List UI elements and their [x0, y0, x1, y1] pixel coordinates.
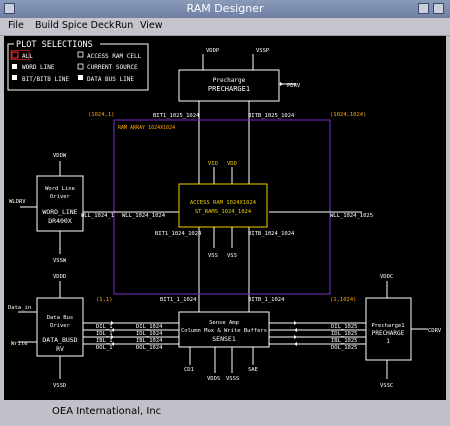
wldrv-label: WLDRV: [9, 199, 26, 205]
wll-left-inner-label: WLL_1024_1024: [122, 213, 166, 219]
plot-selections-title: PLOT SELECTIONS: [16, 40, 93, 50]
option-bit-bitb-line-label: BIT/BITB LINE: [22, 76, 69, 83]
vssd-label: VSSD: [53, 383, 66, 389]
vss2-label: VSS: [227, 253, 237, 259]
bitb-bottom-label: BITB_1_1024: [248, 297, 285, 303]
data-driver-line3: DATA_BUSD: [42, 336, 77, 344]
data-driver-line2: Driver: [50, 323, 71, 329]
app-window: RAM Designer File Build Spice Deck Run V…: [0, 0, 450, 426]
status-bar: OEA International, Inc: [0, 400, 450, 426]
bus-left-dil: DIL_1: [96, 324, 113, 330]
schematic-drawing: PLOT SELECTIONS ALL ACCESS RAM CELL WORD…: [7, 39, 442, 389]
corner-top-right: (1024,1024): [330, 112, 366, 118]
data-driver-line1: Data Bus: [47, 315, 74, 321]
precharge-top-block[interactable]: VDDP VSSP Precharge PRECHARGE1 PDRV: [178, 48, 301, 102]
checkbox-bit-bitb-line[interactable]: [12, 75, 17, 80]
vssw-label: VSSW: [53, 258, 67, 264]
schematic-canvas[interactable]: PLOT SELECTIONS ALL ACCESS RAM CELL WORD…: [4, 36, 446, 400]
word-line-driver-block[interactable]: VDDW Word Line Driver WORD_LINE DR400X V…: [9, 153, 84, 264]
precharge-right-line3: 1: [386, 338, 390, 345]
bus-mid-idl: IDL_1024: [136, 331, 163, 337]
wll-left-outer-label: WLL_1024_1: [81, 213, 114, 219]
checkbox-current-source[interactable]: [77, 63, 84, 70]
bus-mid-ibl: IBL_1024: [136, 338, 163, 344]
vddw-label: VDDW: [53, 153, 67, 159]
word-driver-line4: DR400X: [48, 217, 72, 225]
bus-right-idl: IDL_1025: [331, 331, 358, 337]
corner-bottom-right: (1,1024): [330, 297, 357, 303]
precharge-top-line2: PRECHARGE1: [208, 85, 250, 93]
bus-left-dol: DOL_1: [96, 345, 113, 351]
option-data-bus-line-label: DATA BUS LINE: [87, 76, 134, 83]
bit-top-label: BIT1_1025_1024: [153, 113, 200, 119]
title-bar: RAM Designer: [0, 0, 450, 19]
minimize-icon[interactable]: [418, 3, 429, 14]
vid-label: VID: [208, 161, 218, 167]
vsss-label: VSSS: [226, 376, 239, 382]
bit-bottom-label: BIT1_1_1024: [160, 297, 197, 303]
cd1-label: CD1: [184, 367, 194, 373]
window-title: RAM Designer: [186, 2, 264, 15]
data-in-label: Data_in: [8, 305, 31, 311]
checkbox-data-bus-line[interactable]: [78, 75, 83, 80]
access-line1: ACCESS RAM 1024X1024: [190, 200, 257, 206]
bit-mid-label: BIT1_1024_1024: [155, 231, 202, 237]
corner-top-left: (1024,1): [88, 112, 115, 118]
vddc-label: VDDC: [380, 274, 393, 280]
status-text: OEA International, Inc: [52, 406, 162, 417]
bus-mid-dol: DOL_1024: [136, 345, 163, 351]
cdrv-label: CDRV: [428, 328, 442, 334]
bus-right-dol: DOL_1025: [331, 345, 358, 351]
bus-left-ibl: IBL_1: [96, 338, 113, 344]
bus-mid-dil: DIL_1024: [136, 324, 163, 330]
precharge-right-line2: PRECHARGE: [372, 330, 405, 337]
word-driver-line1: Word Line: [45, 186, 75, 192]
corner-bottom-left: (1,1): [96, 297, 113, 303]
access-ram-block[interactable]: VID VDD ACCESS RAM 1024X1024 ST_RAMS_102…: [178, 161, 268, 259]
data-driver-line4: RV: [56, 345, 64, 353]
vdds-label: VDDS: [207, 376, 220, 382]
checkbox-access-ram-cell[interactable]: [77, 51, 84, 58]
sense-line1: Sense Amp: [209, 320, 239, 326]
word-driver-line2: Driver: [50, 194, 71, 200]
wll-right-label: WLL_1024_1025: [330, 213, 373, 219]
bus-left-idl: IDL_1: [96, 331, 113, 337]
menu-bar: File Build Spice Deck Run View: [0, 18, 450, 36]
sense-line2: Column Mux & Write Buffers: [181, 328, 267, 334]
precharge-top-line1: Precharge: [213, 77, 246, 84]
precharge-right-block[interactable]: VDDC Precharge1 PRECHARGE 1 VSSC CDRV: [365, 274, 442, 389]
option-word-line-label: WORD LINE: [22, 64, 55, 71]
vssp-label: VSSP: [256, 48, 270, 54]
word-driver-line3: WORD_LINE: [42, 208, 77, 216]
vdd-label: VDD: [227, 161, 237, 167]
option-current-source-label: CURRENT SOURCE: [87, 64, 138, 71]
precharge-right-line1: Precharge1: [371, 323, 404, 329]
menu-run[interactable]: Run: [115, 20, 133, 31]
bus-right-ibl: IBL_1025: [331, 338, 358, 344]
vddd-label: VDDD: [53, 274, 66, 280]
vss1-label: VSS: [208, 253, 218, 259]
ram-array-label: RAM ARRAY 1024X1024: [118, 125, 175, 131]
plot-selections-panel: PLOT SELECTIONS ALL ACCESS RAM CELL WORD…: [7, 39, 149, 91]
option-all-label: ALL: [22, 53, 33, 60]
menu-build-spice-deck[interactable]: Build Spice Deck: [35, 20, 115, 31]
bitb-top-label: BITB_1025_1024: [248, 113, 295, 119]
write-label: Write: [11, 341, 28, 347]
checkbox-word-line[interactable]: [12, 64, 17, 69]
data-bus-driver-block[interactable]: VDDD Data Bus Driver DATA_BUSD RV VSSD D…: [8, 274, 84, 389]
access-line2: ST_RAMS_1024_1024: [195, 209, 252, 215]
option-access-ram-cell-label: ACCESS RAM CELL: [87, 53, 142, 60]
sense-line3: SENSE1: [212, 335, 236, 343]
bus-right-dil: DIL_1025: [331, 324, 358, 330]
menu-file[interactable]: File: [8, 20, 24, 31]
vssc-label: VSSC: [380, 383, 393, 389]
maximize-icon[interactable]: [433, 3, 444, 14]
checkbox-all[interactable]: [11, 51, 19, 59]
bitb-mid-label: BITB_1024_1024: [248, 231, 295, 237]
sense-amp-block[interactable]: Sense Amp Column Mux & Write Buffers SEN…: [178, 311, 270, 382]
pdrv-label: PDRV: [287, 83, 301, 89]
sae-label: SAE: [248, 367, 258, 373]
menu-view[interactable]: View: [140, 20, 163, 31]
vddp-label: VDDP: [206, 48, 220, 54]
